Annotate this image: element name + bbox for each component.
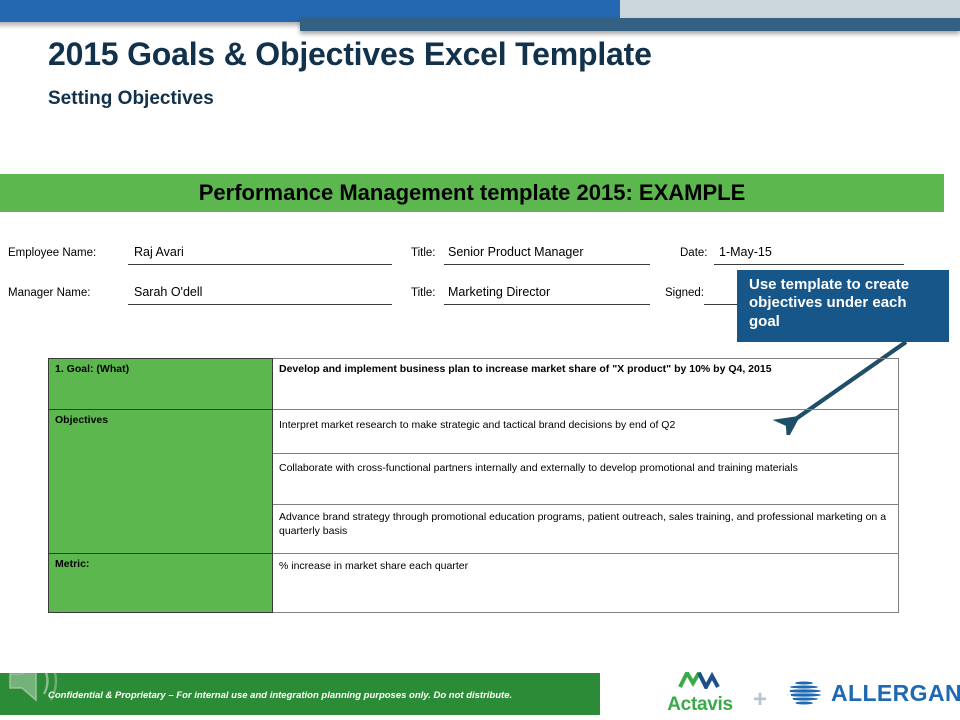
goals-table-body: 1. Goal: (What) Develop and implement bu…: [48, 358, 899, 613]
table-row: Objectives Interpret market research to …: [48, 409, 899, 554]
confidential-notice: Confidential & Proprietary – For interna…: [48, 690, 513, 701]
date-value[interactable]: 1-May-15: [716, 245, 772, 259]
allergan-logo: ALLERGAN: [783, 678, 960, 708]
date-label: Date:: [680, 247, 708, 259]
date-underline: [714, 264, 904, 265]
employee-title-label: Title:: [411, 247, 436, 259]
actavis-mark-icon: [678, 668, 720, 692]
employee-name-underline: [128, 264, 392, 265]
header-shadow: [0, 22, 300, 29]
employee-name-value[interactable]: Raj Avari: [131, 245, 184, 259]
manager-title-underline: [444, 304, 650, 305]
manager-name-underline: [128, 304, 392, 305]
allergan-globe-icon: [786, 681, 821, 707]
page-title: 2015 Goals & Objectives Excel Template: [48, 36, 652, 72]
banner: Performance Management template 2015: EX…: [0, 174, 944, 212]
allergan-wordmark: ALLERGAN: [831, 679, 960, 706]
goals-table: 1. Goal: (What) Develop and implement bu…: [48, 358, 899, 613]
employee-title-underline: [444, 264, 650, 265]
callout-text: Use template to create objectives under …: [749, 276, 910, 330]
plus-icon: +: [753, 686, 768, 713]
objectives-label-cell: Objectives: [48, 409, 273, 554]
objective-value-cell-3[interactable]: Advance brand strategy through promotion…: [272, 504, 899, 554]
employee-name-label: Employee Name:: [8, 247, 97, 259]
table-row: 1. Goal: (What) Develop and implement bu…: [48, 358, 899, 410]
objective-value-cell-1[interactable]: Interpret market research to make strate…: [272, 409, 899, 454]
banner-title: Performance Management template 2015: EX…: [198, 180, 746, 205]
manager-title-label: Title:: [411, 287, 436, 299]
manager-name-label: Manager Name:: [8, 287, 91, 299]
callout-box: Use template to create objectives under …: [737, 270, 949, 342]
page-subtitle: Setting Objectives: [48, 88, 214, 109]
manager-title-value[interactable]: Marketing Director: [445, 285, 550, 299]
header-bar-dark: [300, 18, 960, 31]
objective-value-cell-2[interactable]: Collaborate with cross-functional partne…: [272, 453, 899, 505]
goal-label-cell: 1. Goal: (What): [48, 358, 273, 410]
actavis-logo: Actavis: [655, 668, 745, 718]
employee-title-value[interactable]: Senior Product Manager: [445, 245, 584, 259]
metric-label-cell: Metric:: [48, 553, 273, 613]
speaker-icon[interactable]: [4, 648, 70, 714]
logo-area: Actavis + ALLERGAN: [655, 668, 960, 718]
signed-label: Signed:: [665, 287, 705, 299]
actavis-wordmark: Actavis: [667, 694, 733, 715]
manager-name-value[interactable]: Sarah O'dell: [131, 285, 202, 299]
goal-value-cell[interactable]: Develop and implement business plan to i…: [272, 358, 899, 410]
table-row: Metric: % increase in market share each …: [48, 553, 899, 613]
metric-value-cell[interactable]: % increase in market share each quarter: [272, 553, 899, 613]
